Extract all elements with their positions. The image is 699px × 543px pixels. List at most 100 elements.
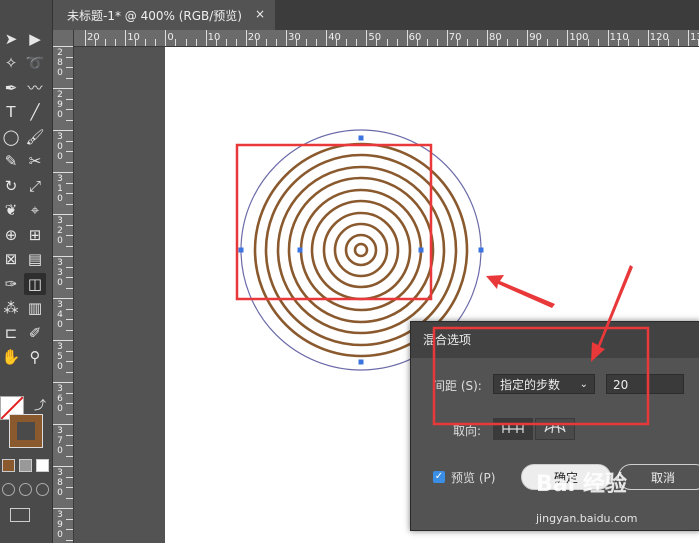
blend-icon[interactable]: ◫ [24,273,46,295]
rotate-icon[interactable]: ↻ [0,175,22,197]
scissors-icon[interactable]: ✂ [24,151,46,173]
ruler-tick [688,30,689,46]
blend-ring [344,233,378,267]
ruler-tick [66,329,73,331]
ruler-tick [275,39,277,46]
ruler-tick [567,30,569,46]
ellipse-icon[interactable]: ◯ [0,126,22,148]
ruler-tick [66,56,73,58]
ruler-tick [53,130,73,131]
blend-ring [299,188,423,312]
ruler-tick [66,529,73,530]
ruler-tick [466,39,468,46]
dialog-title[interactable]: 混合选项 [411,322,699,358]
preview-label[interactable]: 预览 (P) [451,469,495,486]
artboard-icon[interactable]: ⊏ [0,322,22,344]
pen-icon[interactable]: ✒ [0,77,22,99]
vertical-ruler[interactable]: 280 290 300 310 320 330 340 350 360 370 380 390 [53,30,74,543]
ruler-tick [537,39,539,46]
type-icon[interactable]: T [0,102,22,124]
draw-behind-icon[interactable] [19,483,32,496]
ruler-tick [265,39,267,46]
preview-checkbox[interactable]: ✓ [433,471,445,483]
curvature-icon[interactable]: 〰 [24,77,46,99]
ruler-tick [667,39,669,46]
ruler-label: 30 [288,32,301,43]
draw-normal-icon[interactable] [2,483,15,496]
ruler-tick [446,30,448,46]
color-mode-icon[interactable] [2,459,15,472]
selection-icon[interactable]: ➤ [0,28,22,50]
ruler-label: 40 [328,32,341,43]
ruler-label: 340 [57,300,63,330]
symbol-sprayer-icon[interactable]: ⁂ [0,298,22,320]
anchor-point[interactable] [358,135,364,141]
stroke-swatch[interactable] [9,414,43,448]
swap-fill-stroke-icon[interactable]: ⤴ [34,396,46,413]
ruler-tick [145,39,147,46]
ruler-tick [66,308,73,310]
mesh-icon[interactable]: ⊠ [0,249,22,271]
blend-ring [333,222,389,278]
slice-icon[interactable]: ✐ [24,322,46,344]
ruler-label: 380 [57,468,63,498]
gradient-mode-icon[interactable] [19,459,32,472]
ruler-tick [356,39,358,46]
align-to-page-icon [502,425,524,433]
spacing-select[interactable]: 指定的步数 ⌄ [493,374,595,394]
chevron-down-icon: ⌄ [579,379,588,390]
ruler-tick [66,98,73,100]
shaper-icon[interactable]: ✎ [0,151,22,173]
line-icon[interactable]: ╱ [24,102,46,124]
cancel-button[interactable]: 取消 [618,464,699,490]
ruler-label: 310 [57,174,63,204]
screen-mode-icon[interactable] [10,508,30,522]
shape-builder-icon[interactable]: ⊕ [0,224,22,246]
hand-icon[interactable]: ✋ [0,347,22,369]
align-to-path-button[interactable] [535,418,575,440]
steps-input[interactable]: 20 [606,374,684,394]
ruler-tick [66,193,73,194]
align-to-path-icon [544,424,566,434]
warp-icon[interactable]: ❦ [0,200,22,222]
ruler-tick [195,39,197,46]
ruler-tick [245,30,247,46]
zoom-icon[interactable]: ⚲ [24,347,46,369]
ruler-label: 390 [57,510,63,540]
magic-wand-icon[interactable]: ✧ [0,53,22,75]
horizontal-ruler[interactable]: 20100102030405060708090100110120130 [73,30,699,47]
direct-selection-icon[interactable]: ▶ [24,28,46,50]
none-mode-icon[interactable] [36,459,49,472]
ruler-tick [66,445,73,446]
ruler-tick [336,39,338,46]
lasso-icon[interactable]: ➰ [24,53,46,75]
anchor-point[interactable] [297,247,303,253]
column-graph-icon[interactable]: ▥ [24,298,46,320]
ruler-tick [66,319,73,320]
anchor-point[interactable] [478,247,484,253]
document-tab[interactable]: 未标题-1* @ 400% (RGB/预览) × [53,0,275,30]
paintbrush-icon[interactable]: 🖌 [24,126,46,148]
eyedropper-icon[interactable]: ✑ [0,273,22,295]
align-to-page-button[interactable] [493,418,533,440]
ruler-tick [66,287,73,289]
anchor-point[interactable] [238,247,244,253]
gradient-icon[interactable]: ▤ [24,249,46,271]
ruler-tick [155,39,157,46]
ruler-label: 60 [408,32,422,43]
ruler-label: 0 [167,32,174,43]
perspective-icon[interactable]: ⊞ [24,224,46,246]
free-transform-icon[interactable]: ⌖ [24,200,46,222]
ruler-tick [53,256,73,257]
watermark-url: jingyan.baidu.com [536,512,638,525]
draw-inside-icon[interactable] [36,483,49,496]
ruler-label: 100 [569,32,589,43]
anchor-point[interactable] [358,359,364,365]
blend-ring [310,199,412,301]
anchor-point[interactable] [418,247,424,253]
ruler-tick [105,39,107,46]
close-icon[interactable]: × [255,7,265,21]
scale-icon[interactable]: ⤢ [24,175,46,197]
ruler-tick [326,30,328,46]
ruler-tick [657,39,659,46]
